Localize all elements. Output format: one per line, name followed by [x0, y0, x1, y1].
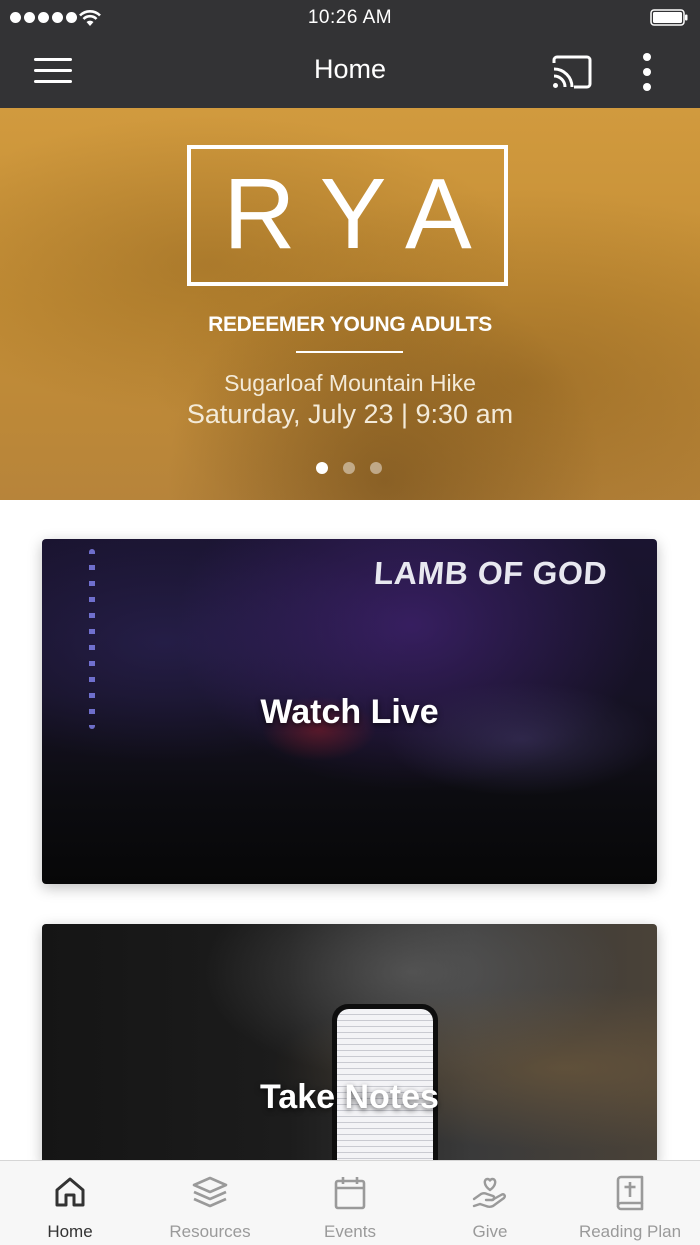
more-options-icon[interactable] — [640, 53, 654, 93]
tab-label: Home — [47, 1222, 93, 1241]
battery-icon — [650, 9, 688, 26]
bottom-tab-bar: Home Resources Events Give Reading Plan — [0, 1160, 700, 1245]
carousel-dot[interactable] — [343, 462, 355, 474]
watch-live-label: Watch Live — [260, 693, 439, 731]
take-notes-label: Take Notes — [260, 1078, 439, 1116]
watch-live-card[interactable]: LAMB OF GOD Watch Live — [42, 539, 657, 884]
hero-event-name: Sugarloaf Mountain Hike — [224, 370, 476, 396]
hero-subtitle: REDEEMER YOUNG ADULTS — [208, 313, 492, 336]
navigation-bar: Home — [0, 36, 700, 108]
carousel-dot[interactable] — [370, 462, 382, 474]
hand-heart-icon — [472, 1177, 506, 1208]
tab-label: Events — [324, 1222, 376, 1241]
home-icon — [55, 1177, 85, 1207]
status-time: 10:26 AM — [307, 7, 393, 28]
page-title: Home — [313, 54, 387, 84]
tab-label: Give — [472, 1222, 508, 1241]
bible-icon — [616, 1175, 644, 1211]
layers-icon — [192, 1176, 228, 1208]
hero-event-date: Saturday, July 23 | 9:30 am — [186, 399, 514, 429]
tab-events[interactable]: Events — [280, 1161, 420, 1245]
rya-logo: RYA — [187, 145, 508, 286]
take-notes-card[interactable]: Take Notes — [42, 924, 657, 1164]
tab-give[interactable]: Give — [420, 1161, 560, 1245]
carousel-dot[interactable] — [316, 462, 328, 474]
tab-reading-plan[interactable]: Reading Plan — [560, 1161, 700, 1245]
carousel-page-indicator[interactable] — [316, 462, 382, 474]
hero-divider — [296, 351, 403, 353]
tab-home[interactable]: Home — [0, 1161, 140, 1245]
calendar-icon — [334, 1177, 366, 1210]
tab-label: Reading Plan — [578, 1222, 682, 1241]
tab-label: Resources — [169, 1222, 251, 1241]
hero-banner[interactable]: RYA REDEEMER YOUNG ADULTS Sugarloaf Moun… — [0, 108, 700, 500]
status-bar: 10:26 AM — [0, 0, 700, 36]
lamb-of-god-sign: LAMB OF GOD — [372, 555, 609, 591]
cast-icon[interactable] — [552, 55, 592, 89]
tab-resources[interactable]: Resources — [140, 1161, 280, 1245]
